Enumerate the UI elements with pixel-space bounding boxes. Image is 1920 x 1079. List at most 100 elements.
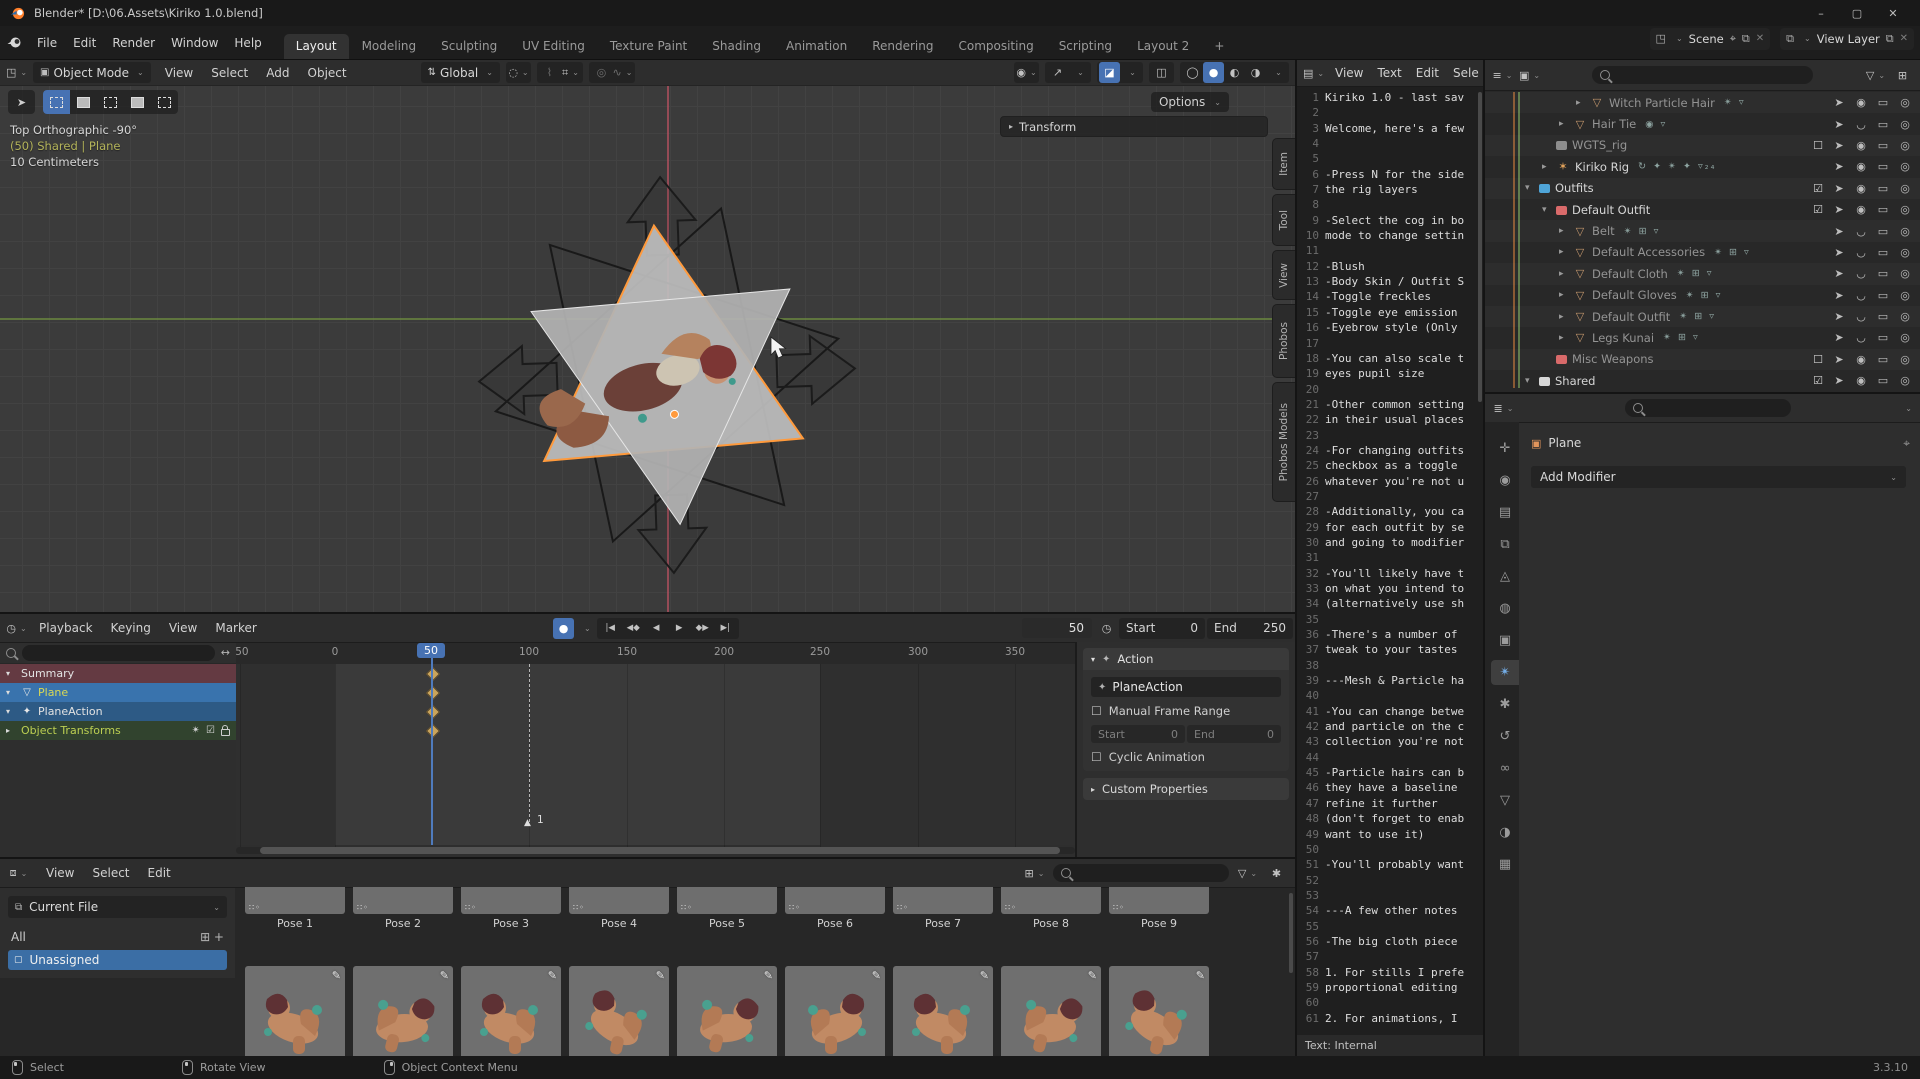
- stopwatch-icon[interactable]: ◷: [1096, 618, 1117, 639]
- outliner-row[interactable]: ▸ ▽ Default Accessories ✴ ⊞ ▿ ➤ ◡ ▭ ◎: [1485, 242, 1920, 263]
- outliner[interactable]: ≡⌄ ▣⌄ ▽⌄ ⊞ ▸ ▽ Witch Particle Hair ✴ ▿ ➤: [1483, 60, 1920, 392]
- dopesheet-menu-item[interactable]: Keying: [103, 618, 159, 638]
- pose-thumbnail-cropped[interactable]: ∷◦: [893, 887, 993, 914]
- workspace-tab[interactable]: Layout 2: [1125, 34, 1201, 59]
- disable-render-camera-icon[interactable]: ◎: [1894, 246, 1916, 259]
- view-layer-selector[interactable]: ⧉⌄ View Layer ⧉ ✕: [1780, 28, 1914, 50]
- chevron-down-icon[interactable]: ⌄: [584, 624, 591, 633]
- hide-viewport-eye-icon[interactable]: ◉: [1850, 139, 1872, 152]
- disable-viewport-icon[interactable]: ▭: [1872, 139, 1894, 152]
- pose-thumbnail[interactable]: ✎: [1001, 966, 1101, 1056]
- pose-asset-cell[interactable]: ✎ Pose 12: [461, 966, 561, 1056]
- shading-rendered-icon[interactable]: ◑: [1245, 62, 1266, 83]
- selectable-toggle-icon[interactable]: ➤: [1828, 374, 1850, 387]
- disclosure-icon[interactable]: ▸: [1576, 98, 1590, 108]
- pose-thumbnail-cropped[interactable]: ∷◦: [785, 887, 885, 914]
- selectable-toggle-icon[interactable]: ➤: [1828, 182, 1850, 195]
- custom-properties-panel-header[interactable]: ▸ Custom Properties: [1083, 778, 1289, 800]
- selectable-toggle-icon[interactable]: ➤: [1828, 225, 1850, 238]
- selectable-toggle-icon[interactable]: ➤: [1828, 160, 1850, 173]
- exclude-checkbox[interactable]: ☐: [1808, 139, 1828, 152]
- tweak-tool-button[interactable]: ➤: [8, 90, 35, 114]
- outliner-row[interactable]: ▾ Default Outfit ☑ ➤ ◉ ▭ ◎: [1485, 199, 1920, 220]
- thumbnail-size-icon[interactable]: ⊞⌄: [1024, 863, 1045, 884]
- workspace-tab[interactable]: Compositing: [946, 34, 1045, 59]
- playback-button[interactable]: ◀: [645, 618, 668, 639]
- asset-scrollbar[interactable]: [1289, 893, 1293, 973]
- pose-asset-cell[interactable]: ∷◦ Pose 3: [461, 887, 561, 930]
- properties-editor[interactable]: ≣⌄ ⌄ ✛◉▤⧉◬◍▣✴✱↺∞▽◑▦ ▣ Plane ⌖ Add Modifi…: [1483, 392, 1920, 1056]
- pin-icon[interactable]: ⌖: [1903, 436, 1910, 451]
- edit-pose-icon[interactable]: ✎: [980, 969, 989, 982]
- scrollbar-thumb[interactable]: [260, 847, 1060, 854]
- gear-icon[interactable]: ✱: [1266, 863, 1287, 884]
- overlays-icon[interactable]: ◪: [1099, 62, 1120, 83]
- pose-thumbnail-cropped[interactable]: ∷◦: [1109, 887, 1209, 914]
- disclosure-icon[interactable]: ▾: [1542, 205, 1556, 215]
- shading-material-icon[interactable]: ◐: [1224, 62, 1245, 83]
- disable-viewport-icon[interactable]: ▭: [1872, 267, 1894, 280]
- edit-pose-icon[interactable]: ✎: [1088, 969, 1097, 982]
- copy-icon[interactable]: ⧉: [1742, 32, 1750, 46]
- exclude-checkbox[interactable]: ☑: [1808, 203, 1828, 216]
- disclosure-icon[interactable]: ▸: [1559, 247, 1573, 257]
- datablock-name[interactable]: Default Cloth: [1592, 267, 1668, 281]
- channel-plane[interactable]: ▾ ▽ Plane: [0, 683, 236, 702]
- start-frame-field[interactable]: Start 0: [1119, 618, 1205, 639]
- asset-search-input[interactable]: [1053, 864, 1229, 882]
- disable-viewport-icon[interactable]: ▭: [1872, 310, 1894, 323]
- dopesheet-menu-item[interactable]: Marker: [207, 618, 264, 638]
- playback-button[interactable]: ◆▶: [691, 618, 714, 639]
- properties-tab[interactable]: ✛: [1491, 436, 1519, 461]
- properties-tab[interactable]: ▣: [1491, 628, 1519, 653]
- expand-icon[interactable]: ↔: [221, 646, 230, 659]
- disable-render-camera-icon[interactable]: ◎: [1894, 96, 1916, 109]
- pose-thumbnail[interactable]: ✎: [461, 966, 561, 1056]
- snap-settings-icon[interactable]: ⌗⌄: [560, 62, 581, 83]
- datablock-name[interactable]: Default Outfit: [1592, 310, 1670, 324]
- pose-thumbnail-cropped[interactable]: ∷◦: [677, 887, 777, 914]
- cyclic-animation-row[interactable]: ☐ Cyclic Animation: [1091, 750, 1281, 764]
- pose-thumbnail-cropped[interactable]: ∷◦: [245, 887, 345, 914]
- viewport-menu-item[interactable]: View: [157, 63, 201, 83]
- hide-viewport-eye-icon[interactable]: ◡: [1850, 118, 1872, 131]
- snap-magnet-icon[interactable]: ⌇: [539, 62, 560, 83]
- selectable-toggle-icon[interactable]: ➤: [1828, 246, 1850, 259]
- current-frame-badge[interactable]: 50: [417, 643, 445, 658]
- disable-viewport-icon[interactable]: ▭: [1872, 246, 1894, 259]
- select-box-extend-button[interactable]: [70, 90, 97, 114]
- pose-asset-cell[interactable]: ✎ Pose 14: [677, 966, 777, 1056]
- datablock-name[interactable]: WGTS_rig: [1572, 138, 1627, 152]
- new-collection-icon[interactable]: ⊞: [1892, 65, 1913, 86]
- proportional-edit-icon[interactable]: ◎: [591, 62, 612, 83]
- playback-button[interactable]: ▶|: [714, 618, 737, 639]
- menu-item[interactable]: Window: [163, 33, 226, 53]
- text-menu-item[interactable]: View: [1333, 63, 1365, 83]
- channel-summary[interactable]: ▾ Summary: [0, 664, 236, 683]
- lock-icon[interactable]: [221, 729, 230, 736]
- breadcrumb-object-name[interactable]: Plane: [1548, 436, 1581, 450]
- editor-type-icon[interactable]: ▤⌄: [1303, 63, 1324, 84]
- pose-asset-cell[interactable]: ✎ Pose 18: [1109, 966, 1209, 1056]
- scene-objects[interactable]: [377, 125, 957, 612]
- sidebar-tab-phobos-models[interactable]: Phobos Models: [1272, 382, 1295, 502]
- workspace-tab[interactable]: Modeling: [350, 34, 429, 59]
- xray-toggle-icon[interactable]: ◫: [1151, 62, 1172, 83]
- asset-menu-item[interactable]: View: [38, 863, 82, 883]
- datablock-name[interactable]: Legs Kunai: [1592, 331, 1654, 345]
- properties-tab[interactable]: ⧉: [1491, 532, 1519, 557]
- asset-menu-item[interactable]: Select: [84, 863, 137, 883]
- pose-thumbnail[interactable]: ✎: [677, 966, 777, 1056]
- properties-tab[interactable]: ◑: [1491, 820, 1519, 845]
- properties-search-input[interactable]: [1625, 399, 1791, 417]
- edit-pose-icon[interactable]: ✎: [764, 969, 773, 982]
- pose-asset-cell[interactable]: ∷◦ Pose 5: [677, 887, 777, 930]
- blender-menu-icon[interactable]: [6, 36, 23, 49]
- editor-type-icon[interactable]: ≣⌄: [1493, 398, 1514, 419]
- dopesheet-menu-item[interactable]: View: [161, 618, 205, 638]
- hide-viewport-eye-icon[interactable]: ◉: [1850, 96, 1872, 109]
- text-scrollbar[interactable]: [1478, 92, 1482, 402]
- pose-thumbnail[interactable]: ✎: [785, 966, 885, 1056]
- workspace-tab[interactable]: Sculpting: [429, 34, 509, 59]
- text-menu-item[interactable]: Sele: [1451, 63, 1481, 83]
